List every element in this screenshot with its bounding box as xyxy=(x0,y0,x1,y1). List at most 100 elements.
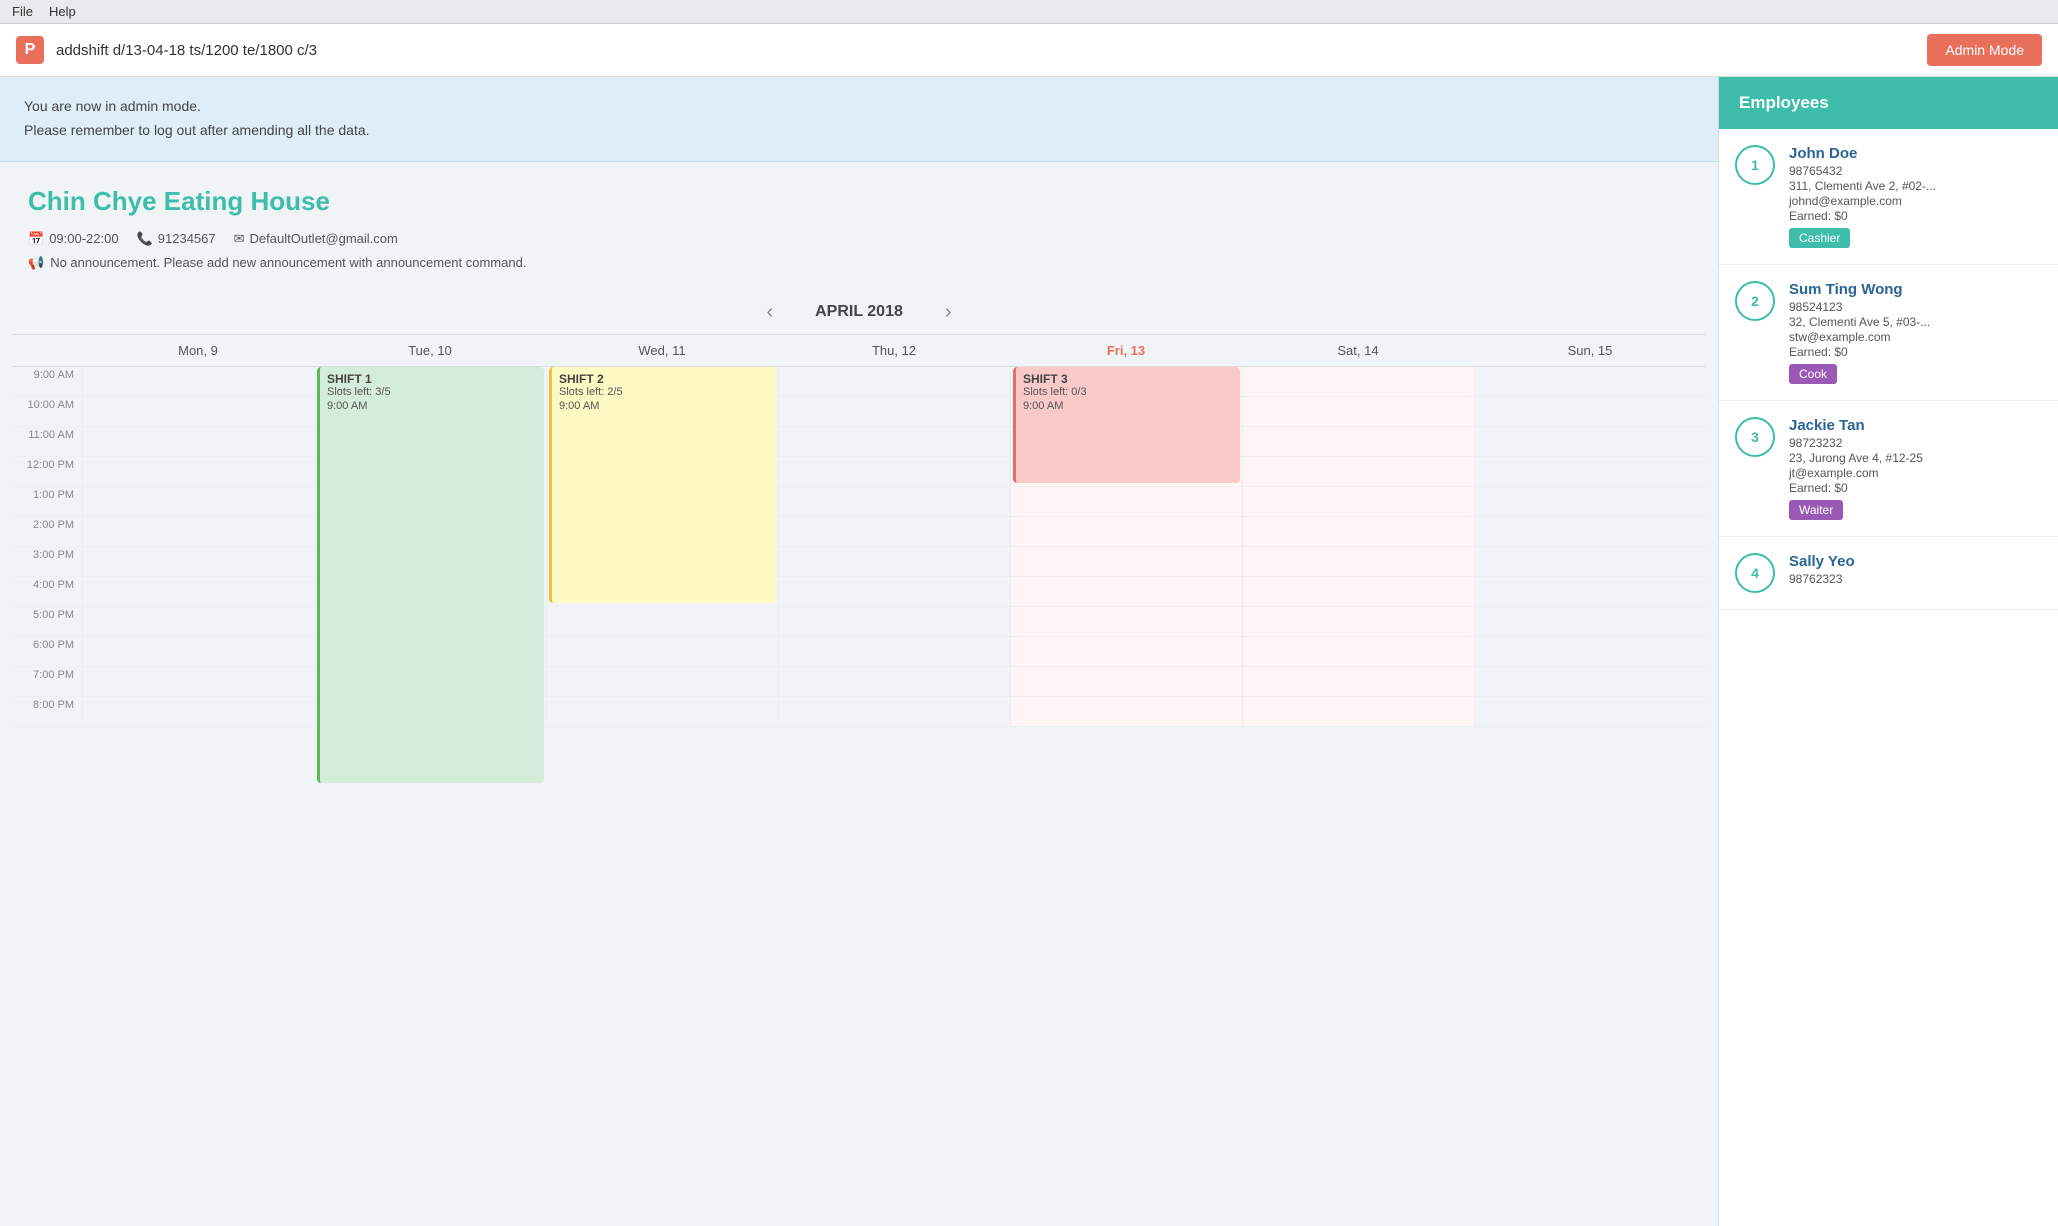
day-cell-r8-c5 xyxy=(1242,607,1474,637)
day-cell-r0-c3 xyxy=(778,367,1010,397)
day-cell-r0-c2: SHIFT 2Slots left: 2/59:00 AM xyxy=(546,367,778,397)
time-label-4: 1:00 PM xyxy=(12,487,82,517)
day-cell-r8-c6 xyxy=(1474,607,1706,637)
day-cell-r8-c3 xyxy=(778,607,1010,637)
day-cell-r5-c0 xyxy=(82,517,314,547)
time-label-7: 4:00 PM xyxy=(12,577,82,607)
day-cell-r11-c0 xyxy=(82,697,314,727)
emp-role-badge: Waiter xyxy=(1789,500,1843,520)
emp-name: Jackie Tan xyxy=(1789,417,2042,434)
emp-phone: 98723232 xyxy=(1789,436,2042,450)
prev-month-button[interactable]: ‹ xyxy=(756,297,783,328)
admin-notice-line2: Please remember to log out after amendin… xyxy=(24,119,1694,143)
day-cell-r4-c6 xyxy=(1474,487,1706,517)
day-cell-r1-c6 xyxy=(1474,397,1706,427)
time-label-5: 2:00 PM xyxy=(12,517,82,547)
day-cell-r10-c6 xyxy=(1474,667,1706,697)
day-cell-r1-c3 xyxy=(778,397,1010,427)
day-cell-r7-c0 xyxy=(82,577,314,607)
command-input[interactable] xyxy=(56,42,1915,59)
time-label-2: 11:00 AM xyxy=(12,427,82,457)
shift-slots: Slots left: 2/5 xyxy=(559,386,769,398)
time-label-1: 10:00 AM xyxy=(12,397,82,427)
left-panel: You are now in admin mode. Please rememb… xyxy=(0,77,1718,1226)
shift-block-shift2[interactable]: SHIFT 2Slots left: 2/5 9:00 AM xyxy=(549,367,776,603)
day-cell-r10-c0 xyxy=(82,667,314,697)
day-cell-r11-c3 xyxy=(778,697,1010,727)
main-layout: You are now in admin mode. Please rememb… xyxy=(0,77,2058,1226)
day-cell-r3-c6 xyxy=(1474,457,1706,487)
day-header-wed: Wed, 11 xyxy=(546,335,778,367)
day-cell-r9-c3 xyxy=(778,637,1010,667)
employee-card-4[interactable]: 4 Sally Yeo 98762323 xyxy=(1719,537,2058,610)
app-logo: P xyxy=(16,36,44,64)
emp-info: Jackie Tan9872323223, Jurong Ave 4, #12-… xyxy=(1789,417,2042,520)
emp-email: jt@example.com xyxy=(1789,466,2042,480)
next-month-button[interactable]: › xyxy=(935,297,962,328)
day-cell-r10-c3 xyxy=(778,667,1010,697)
email-icon: ✉ xyxy=(234,231,245,247)
day-cell-r0-c1: SHIFT 1Slots left: 3/59:00 AM xyxy=(314,367,546,397)
admin-notice: You are now in admin mode. Please rememb… xyxy=(0,77,1718,162)
employee-card-3[interactable]: 3Jackie Tan9872323223, Jurong Ave 4, #12… xyxy=(1719,401,2058,537)
time-label-6: 3:00 PM xyxy=(12,547,82,577)
day-cell-r11-c2 xyxy=(546,697,778,727)
employee-card-1[interactable]: 1 John Doe98765432311, Clementi Ave 2, #0… xyxy=(1719,129,2058,265)
emp-email: johnd@example.com xyxy=(1789,194,2042,208)
month-year-label: APRIL 2018 xyxy=(815,303,903,321)
day-cell-r3-c5 xyxy=(1242,457,1474,487)
emp-earned: Earned: $0 xyxy=(1789,481,2042,495)
calendar-nav: ‹ APRIL 2018 › xyxy=(0,287,1718,334)
employees-header: Employees xyxy=(1719,77,2058,129)
admin-mode-button[interactable]: Admin Mode xyxy=(1927,34,2042,66)
day-cell-r9-c2 xyxy=(546,637,778,667)
shift-block-shift1[interactable]: SHIFT 1Slots left: 3/59:00 AM xyxy=(317,367,544,783)
day-cell-r6-c4 xyxy=(1010,547,1242,577)
day-header-mon: Mon, 9 xyxy=(82,335,314,367)
day-cell-r11-c4 xyxy=(1010,697,1242,727)
emp-avatar: 4 xyxy=(1735,553,1775,593)
shift-slots: Slots left: 0/3 xyxy=(1023,386,1233,398)
time-label-10: 7:00 PM xyxy=(12,667,82,697)
day-cell-r8-c2 xyxy=(546,607,778,637)
emp-phone: 98762323 xyxy=(1789,572,2042,586)
emp-info: Sally Yeo 98762323 xyxy=(1789,553,2042,587)
day-cell-r7-c6 xyxy=(1474,577,1706,607)
menu-help[interactable]: Help xyxy=(49,4,76,19)
outlet-hours: 📅 09:00-22:00 xyxy=(28,231,119,247)
announcement-icon: 📢 xyxy=(28,255,44,271)
emp-avatar: 2 xyxy=(1735,281,1775,321)
emp-info: John Doe98765432311, Clementi Ave 2, #02… xyxy=(1789,145,2042,248)
day-cell-r0-c5 xyxy=(1242,367,1474,397)
day-cell-r7-c3 xyxy=(778,577,1010,607)
menu-bar: File Help xyxy=(0,0,2058,24)
day-cell-r9-c4 xyxy=(1010,637,1242,667)
emp-name: Sally Yeo xyxy=(1789,553,2042,570)
day-header-sun: Sun, 15 xyxy=(1474,335,1706,367)
day-cell-r2-c5 xyxy=(1242,427,1474,457)
day-cell-r6-c6 xyxy=(1474,547,1706,577)
day-cell-r3-c0 xyxy=(82,457,314,487)
shift-time: 9:00 AM xyxy=(559,400,769,412)
day-cell-r2-c6 xyxy=(1474,427,1706,457)
day-cell-r11-c6 xyxy=(1474,697,1706,727)
day-cell-r1-c5 xyxy=(1242,397,1474,427)
day-cell-r4-c0 xyxy=(82,487,314,517)
time-label-11: 8:00 PM xyxy=(12,697,82,727)
day-cell-r5-c3 xyxy=(778,517,1010,547)
menu-file[interactable]: File xyxy=(12,4,33,19)
emp-avatar: 1 xyxy=(1735,145,1775,185)
day-cell-r8-c0 xyxy=(82,607,314,637)
shift-block-shift3[interactable]: SHIFT 3Slots left: 0/39:00 AM xyxy=(1013,367,1240,483)
emp-name: John Doe xyxy=(1789,145,2042,162)
day-cell-r9-c0 xyxy=(82,637,314,667)
time-label-0: 9:00 AM xyxy=(12,367,82,397)
calendar-container: Mon, 9Tue, 10Wed, 11Thu, 12Fri, 13Sat, 1… xyxy=(0,334,1718,743)
shift-title: SHIFT 2 xyxy=(559,372,769,386)
time-label-9: 6:00 PM xyxy=(12,637,82,667)
day-cell-r9-c6 xyxy=(1474,637,1706,667)
phone-icon: 📞 xyxy=(137,231,153,247)
day-cell-r10-c2 xyxy=(546,667,778,697)
employee-card-2[interactable]: 2Sum Ting Wong9852412332, Clementi Ave 5… xyxy=(1719,265,2058,401)
outlet-section: Chin Chye Eating House 📅 09:00-22:00 📞 9… xyxy=(0,162,1718,287)
